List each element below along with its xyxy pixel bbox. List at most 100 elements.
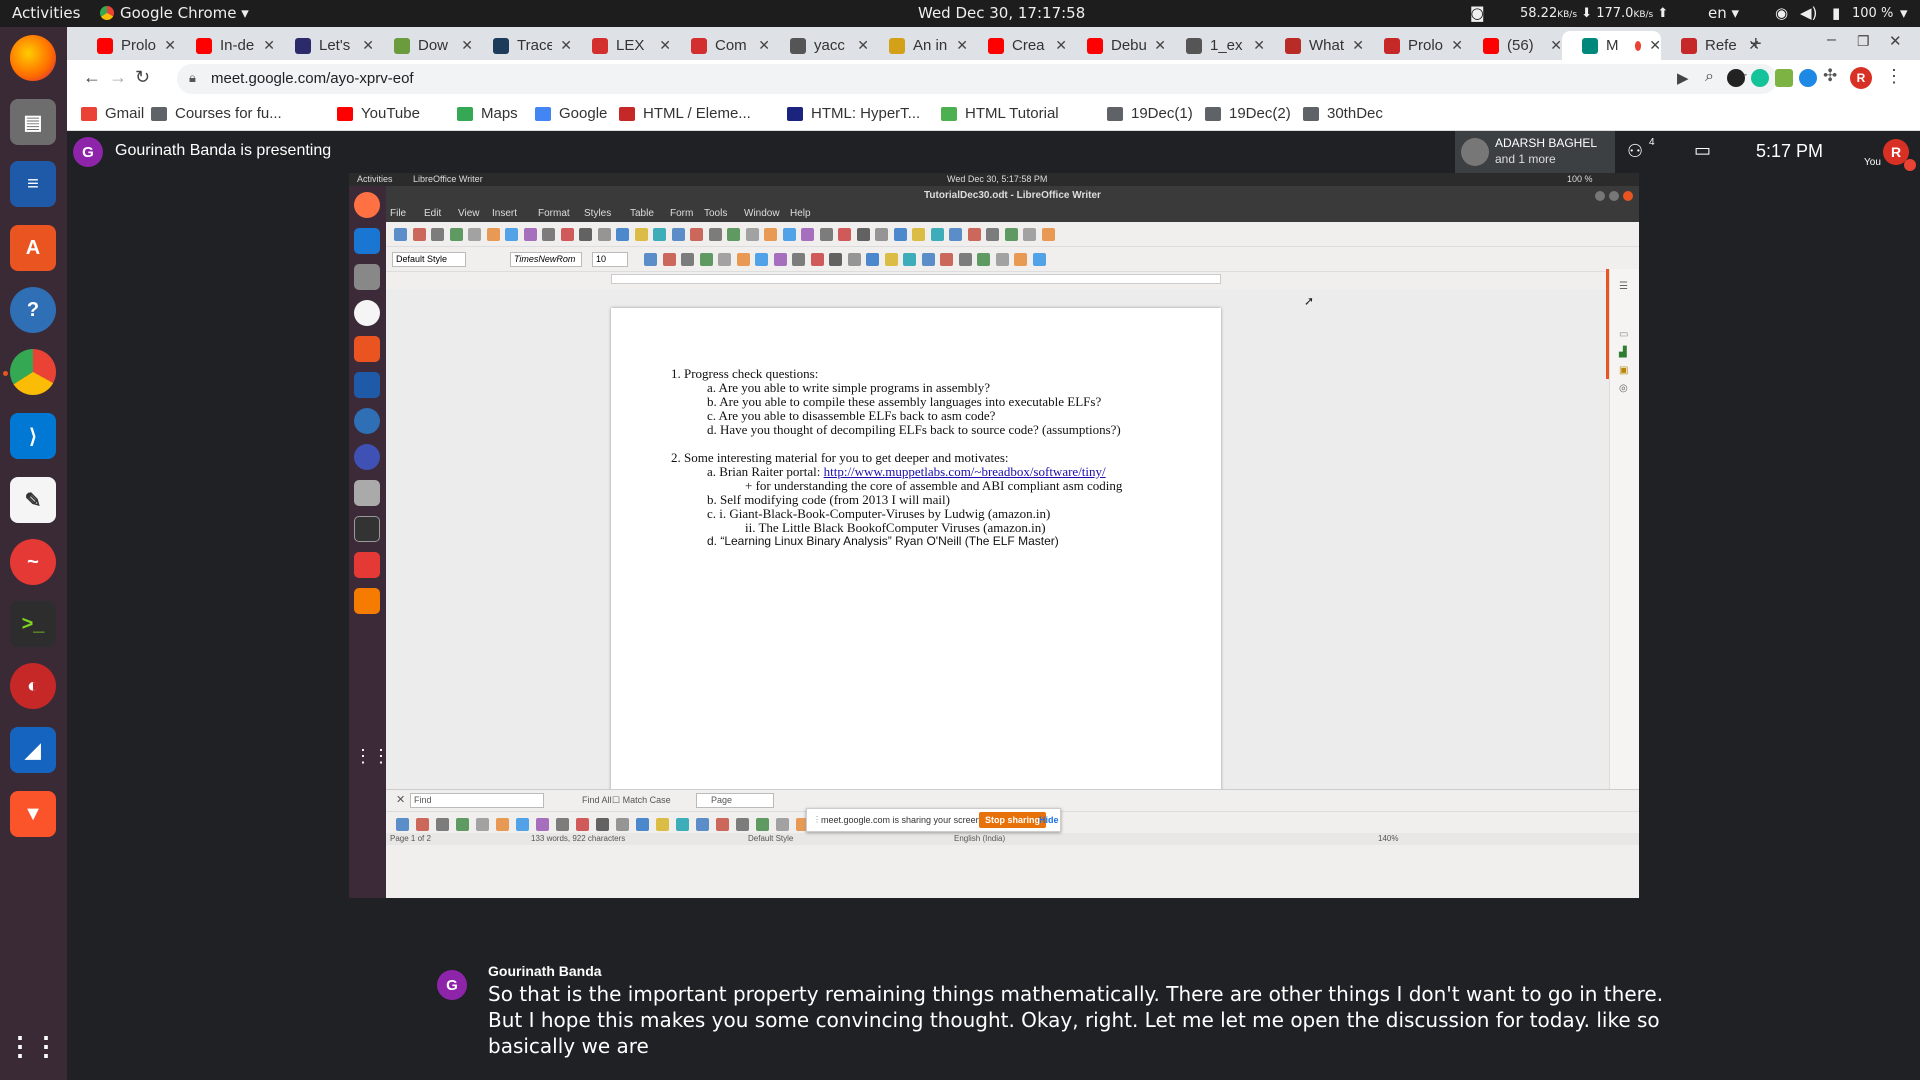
chrome-dock-icon[interactable] bbox=[10, 349, 56, 395]
vscode-icon[interactable]: ⟩ bbox=[10, 413, 56, 459]
participant-more: and 1 more bbox=[1495, 152, 1556, 166]
bookmark-item[interactable]: 30thDec bbox=[1303, 105, 1383, 122]
bookmark-item[interactable]: Gmail bbox=[81, 105, 144, 122]
lo-draw-button-icon bbox=[756, 818, 769, 831]
tab-close-icon[interactable]: ✕ bbox=[758, 37, 770, 54]
extension-dark-icon[interactable] bbox=[1727, 69, 1745, 87]
tab-close-icon[interactable]: ✕ bbox=[1253, 37, 1265, 54]
brave-icon[interactable]: ▼ bbox=[10, 791, 56, 837]
browser-tab[interactable]: Crea ✕ bbox=[968, 31, 1067, 60]
new-tab-button[interactable]: + bbox=[1750, 33, 1762, 56]
browser-tab[interactable]: M ✕ bbox=[1562, 31, 1661, 60]
screenshot-icon[interactable]: ◙ bbox=[1470, 4, 1485, 22]
restore-button[interactable]: ❐ bbox=[1857, 33, 1870, 50]
text-editor-icon[interactable]: ✎ bbox=[10, 477, 56, 523]
software-center-icon[interactable]: A bbox=[10, 225, 56, 271]
browser-tab[interactable]: Com ✕ bbox=[671, 31, 770, 60]
tab-close-icon[interactable]: ✕ bbox=[1550, 37, 1562, 54]
browser-tab[interactable]: An in ✕ bbox=[869, 31, 968, 60]
wifi-icon[interactable]: ◉ bbox=[1775, 4, 1788, 22]
participant-tile[interactable]: ADARSH BAGHEL and 1 more bbox=[1455, 131, 1615, 173]
shared-pdf-icon bbox=[354, 552, 380, 578]
bookmark-item[interactable]: YouTube bbox=[337, 105, 420, 122]
tab-close-icon[interactable]: ✕ bbox=[461, 37, 473, 54]
minimize-button[interactable]: – bbox=[1827, 31, 1836, 49]
activities-button[interactable]: Activities bbox=[12, 4, 80, 22]
bookmark-item[interactable]: HTML: HyperT... bbox=[787, 105, 920, 122]
people-icon[interactable]: ⚇ bbox=[1627, 141, 1643, 162]
firefox-icon[interactable] bbox=[10, 35, 56, 81]
net-up-value: 177.0 bbox=[1596, 6, 1634, 21]
chrome-menu-icon[interactable]: ⋮ bbox=[1885, 66, 1903, 87]
volume-icon[interactable]: ◀) bbox=[1800, 4, 1817, 22]
bookmark-item[interactable]: 19Dec(1) bbox=[1107, 105, 1193, 122]
extensions-puzzle-icon[interactable]: ✣ bbox=[1823, 66, 1837, 86]
browser-tab[interactable]: What ✕ bbox=[1265, 31, 1364, 60]
extension-blue-icon[interactable] bbox=[1799, 69, 1817, 87]
lo-format-button-icon bbox=[977, 253, 990, 266]
language-indicator[interactable]: en ▾ bbox=[1708, 4, 1739, 22]
battery-icon[interactable]: ▮ bbox=[1832, 4, 1840, 22]
zoom-icon[interactable]: ⌕ bbox=[1705, 68, 1714, 86]
extension-green-icon[interactable] bbox=[1775, 69, 1793, 87]
writer-icon[interactable]: ≡ bbox=[10, 161, 56, 207]
tab-close-icon[interactable]: ✕ bbox=[1055, 37, 1067, 54]
bookmark-item[interactable]: 19Dec(2) bbox=[1205, 105, 1291, 122]
browser-tab[interactable]: Refe ✕ bbox=[1661, 31, 1760, 60]
bookmark-item[interactable]: Google bbox=[535, 105, 607, 122]
tab-close-icon[interactable]: ✕ bbox=[1154, 37, 1166, 54]
people-count: 4 bbox=[1649, 137, 1655, 148]
tab-close-icon[interactable]: ✕ bbox=[857, 37, 869, 54]
system-menu-arrow[interactable]: ▾ bbox=[1900, 4, 1908, 22]
tab-close-icon[interactable]: ✕ bbox=[956, 37, 968, 54]
tab-close-icon[interactable]: ✕ bbox=[1352, 37, 1364, 54]
tab-close-icon[interactable]: ✕ bbox=[263, 37, 275, 54]
app-grid-icon[interactable]: ⋮⋮ bbox=[7, 1023, 59, 1069]
forward-icon[interactable]: → bbox=[109, 67, 127, 88]
omnibox[interactable]: 🔒︎ meet.google.com/ayo-xprv-eof ▶ ⌕ ☆ bbox=[177, 64, 1777, 94]
anydesk-icon[interactable]: ◐ bbox=[10, 663, 56, 709]
browser-tab[interactable]: Let's ✕ bbox=[275, 31, 374, 60]
browser-tab[interactable]: Trace ✕ bbox=[473, 31, 572, 60]
grammarly-icon[interactable] bbox=[1751, 69, 1769, 87]
tab-close-icon[interactable]: ✕ bbox=[659, 37, 671, 54]
help-icon[interactable]: ? bbox=[10, 287, 56, 333]
terminal-icon[interactable]: >_ bbox=[10, 601, 56, 647]
browser-tab[interactable]: Debu ✕ bbox=[1067, 31, 1166, 60]
profile-avatar[interactable]: R bbox=[1850, 67, 1872, 89]
system-top-bar: Activities Google Chrome ▾ Wed Dec 30, 1… bbox=[0, 0, 1920, 27]
lo-draw-button-icon bbox=[596, 818, 609, 831]
bookmark-item[interactable]: HTML Tutorial bbox=[941, 105, 1059, 122]
app-menu[interactable]: Google Chrome ▾ bbox=[100, 4, 249, 22]
browser-tab[interactable]: 1_ex ✕ bbox=[1166, 31, 1265, 60]
bookmark-item[interactable]: Courses for fu... bbox=[151, 105, 282, 122]
tab-close-icon[interactable]: ✕ bbox=[560, 37, 572, 54]
back-icon[interactable]: ← bbox=[83, 67, 101, 88]
url-text[interactable]: meet.google.com/ayo-xprv-eof bbox=[211, 70, 414, 87]
bookmark-favicon-icon bbox=[535, 106, 551, 121]
chat-icon[interactable]: ▭ bbox=[1694, 140, 1711, 161]
browser-tab[interactable]: Dow ✕ bbox=[374, 31, 473, 60]
browser-tab[interactable]: (56) ✕ bbox=[1463, 31, 1562, 60]
tab-close-icon[interactable]: ✕ bbox=[362, 37, 374, 54]
camera-icon[interactable]: ▶ bbox=[1677, 69, 1689, 87]
files-icon[interactable]: ▤ bbox=[10, 99, 56, 145]
drawing-app-icon[interactable]: ~ bbox=[10, 539, 56, 585]
browser-tab[interactable]: Prolo ✕ bbox=[1364, 31, 1463, 60]
browser-tab[interactable]: LEX ✕ bbox=[572, 31, 671, 60]
mic-muted-icon bbox=[1904, 159, 1916, 171]
participant-name: ADARSH BAGHEL bbox=[1495, 136, 1598, 150]
tab-close-icon[interactable]: ✕ bbox=[1649, 37, 1661, 54]
tab-close-icon[interactable]: ✕ bbox=[1451, 37, 1463, 54]
browser-tab[interactable]: Prolo ✕ bbox=[77, 31, 176, 60]
tab-close-icon[interactable]: ✕ bbox=[164, 37, 176, 54]
close-window-button[interactable]: ✕ bbox=[1889, 32, 1902, 50]
bookmark-item[interactable]: Maps bbox=[457, 105, 518, 122]
browser-tab[interactable]: In-de ✕ bbox=[176, 31, 275, 60]
clock[interactable]: Wed Dec 30, 17:17:58 bbox=[918, 4, 1085, 22]
browser-tab[interactable]: yacc ✕ bbox=[770, 31, 869, 60]
reload-icon[interactable]: ↻ bbox=[135, 67, 150, 88]
bookmark-item[interactable]: HTML / Eleme... bbox=[619, 105, 751, 122]
wireshark-icon[interactable]: ◢ bbox=[10, 727, 56, 773]
lo-draw-button-icon bbox=[736, 818, 749, 831]
